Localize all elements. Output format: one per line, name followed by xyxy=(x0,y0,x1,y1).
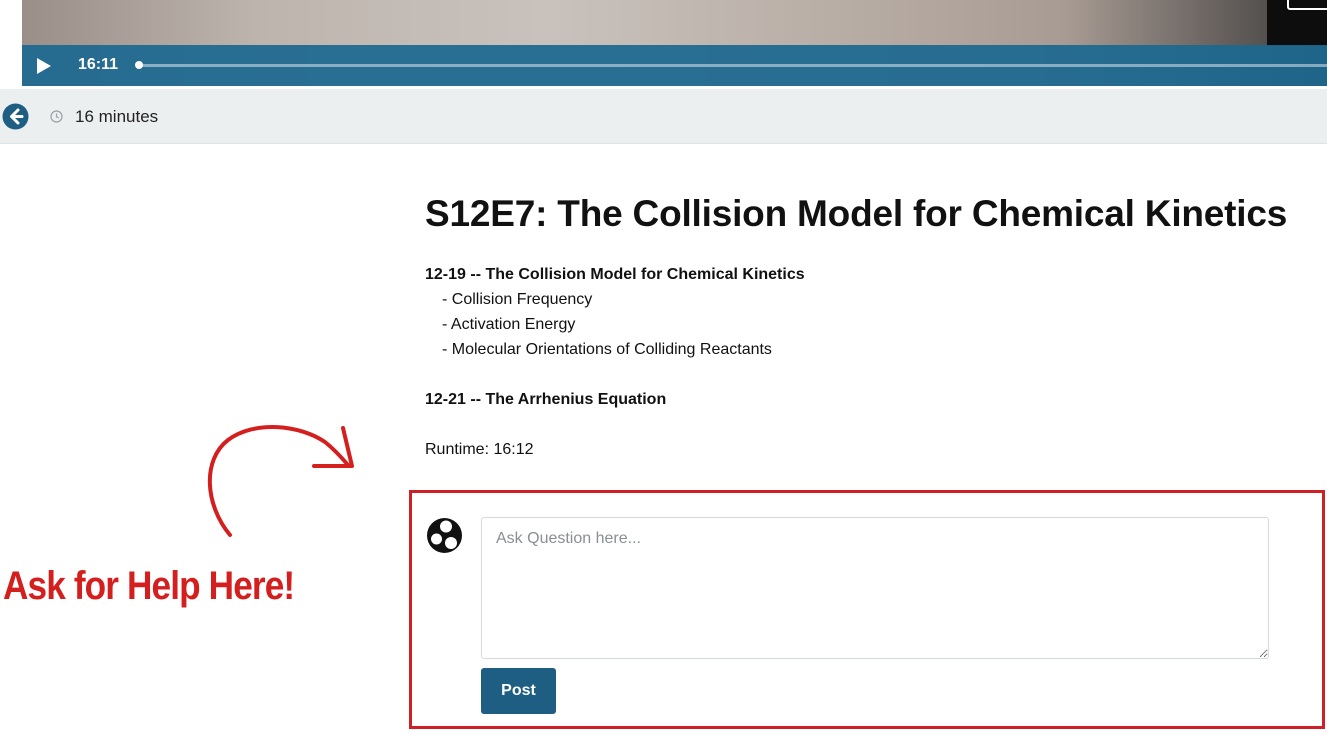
page-title: S12E7: The Collision Model for Chemical … xyxy=(425,193,1288,234)
play-button[interactable] xyxy=(32,55,54,77)
clock-icon xyxy=(50,110,63,123)
progress-handle[interactable] xyxy=(135,61,143,69)
back-button[interactable] xyxy=(2,103,29,130)
play-icon xyxy=(37,58,51,74)
post-button[interactable]: Post xyxy=(481,668,556,714)
duration-label: 16 minutes xyxy=(75,107,159,126)
episode-description: 12-19 -- The Collision Model for Chemica… xyxy=(425,262,805,462)
annotation-text: Ask for Help Here! xyxy=(3,564,295,608)
video-player[interactable]: 16:11 xyxy=(22,0,1327,86)
avatar-icon xyxy=(427,518,462,553)
progress-track[interactable] xyxy=(135,61,1327,69)
curved-arrow-icon xyxy=(207,425,354,537)
section-heading: 12-19 -- The Collision Model for Chemica… xyxy=(425,266,805,283)
info-bar: 16 minutes xyxy=(0,89,1327,144)
runtime-text: Runtime: 16:12 xyxy=(425,441,534,458)
current-time: 16:11 xyxy=(78,56,119,73)
list-item: - Molecular Orientations of Colliding Re… xyxy=(442,341,772,358)
section-heading: 12-21 -- The Arrhenius Equation xyxy=(425,391,667,408)
list-item: - Activation Energy xyxy=(442,316,576,333)
ask-question-input[interactable] xyxy=(481,517,1269,659)
video-controls-bar: 16:11 xyxy=(22,45,1327,86)
list-item: - Collision Frequency xyxy=(442,291,593,308)
fullscreen-icon[interactable] xyxy=(1287,0,1327,10)
back-arrow-icon xyxy=(2,103,29,130)
